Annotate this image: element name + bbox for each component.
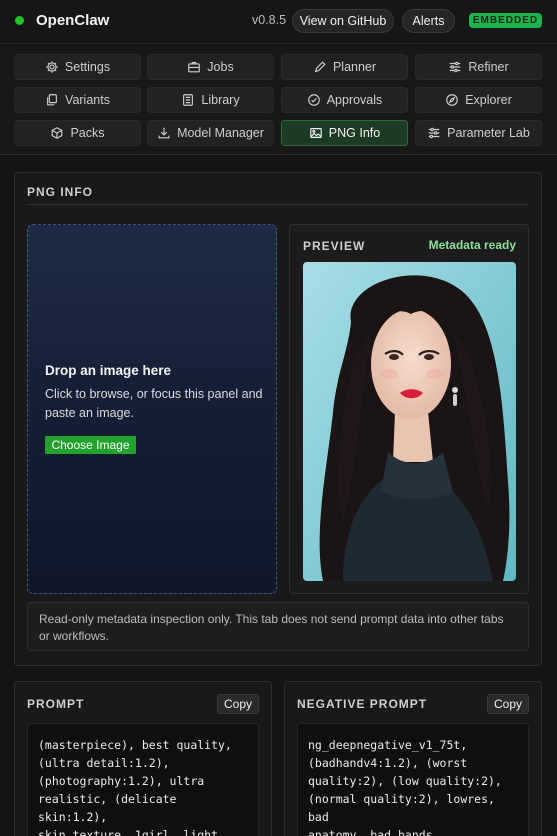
tab-navigation: Settings Jobs Planner Refiner Variants L… [0,45,557,155]
view-on-github-button[interactable]: View on GitHub [292,9,394,33]
download-icon [158,127,170,139]
read-only-note: Read-only metadata inspection only. This… [27,602,529,651]
prompt-text: (masterpiece), best quality, (ultra deta… [27,723,259,836]
image-icon [309,128,322,138]
tab-label: Jobs [207,60,234,74]
dropzone-instructions: Click to browse, or focus this panel and… [45,387,263,420]
preview-title: PREVIEW [303,239,366,253]
tab-label: Approvals [326,93,383,107]
app-header: OpenClaw v0.8.5 View on GitHub Alerts EM… [0,0,557,44]
sliders-icon [428,127,440,139]
tab-label: PNG Info [328,126,381,140]
choose-image-button[interactable]: Choose Image [45,436,136,454]
tab-parameter-lab[interactable]: Parameter Lab [415,120,542,146]
pencil-icon [314,61,326,73]
gear-icon [46,61,58,73]
tab-settings[interactable]: Settings [14,54,141,80]
briefcase-icon [188,62,201,73]
copy-prompt-button[interactable]: Copy [217,694,259,714]
app-name: OpenClaw [36,12,110,29]
tab-label: Model Manager [177,126,264,140]
tab-packs[interactable]: Packs [14,120,141,146]
tab-variants[interactable]: Variants [14,87,141,113]
tab-planner[interactable]: Planner [281,54,408,80]
tab-png-info[interactable]: PNG Info [281,120,408,146]
app-version: v0.8.5 [252,13,287,27]
alerts-button[interactable]: Alerts [402,9,455,33]
image-dropzone[interactable]: Drop an image here Click to browse, or f… [27,224,277,594]
tab-label: Planner [332,60,377,74]
check-circle-icon [307,94,320,106]
mode-badge: EMBEDDED [469,13,542,28]
tab-label: Refiner [468,60,509,74]
tab-approvals[interactable]: Approvals [281,87,408,113]
preview-image [303,262,516,581]
copy-icon [47,94,57,106]
tab-model-manager[interactable]: Model Manager [147,120,274,146]
tab-label: Settings [64,60,111,74]
dropzone-title: Drop an image here [45,363,172,378]
tab-jobs[interactable]: Jobs [147,54,274,80]
tab-label: Library [201,93,240,107]
negative-prompt-text: ng_deepnegative_v1_75t, (badhandv4:1.2),… [297,723,529,836]
cube-icon [52,127,63,139]
tab-label: Explorer [465,93,512,107]
tab-label: Packs [70,126,105,140]
tab-refiner[interactable]: Refiner [415,54,542,80]
tab-label: Parameter Lab [447,126,530,140]
prompt-title: PROMPT [27,697,85,711]
compass-icon [446,94,459,106]
negative-prompt-title: NEGATIVE PROMPT [297,697,428,711]
preview-panel: PREVIEW Metadata ready [289,224,529,594]
copy-negative-prompt-button[interactable]: Copy [487,694,529,714]
tab-explorer[interactable]: Explorer [415,87,542,113]
sliders-icon [450,61,461,73]
png-info-title: PNG INFO [27,185,94,199]
tab-library[interactable]: Library [147,87,274,113]
connection-status-dot [15,16,24,25]
book-icon [183,94,194,106]
metadata-status: Metadata ready [428,238,516,252]
section-divider [27,204,529,205]
tab-label: Variants [65,93,110,107]
